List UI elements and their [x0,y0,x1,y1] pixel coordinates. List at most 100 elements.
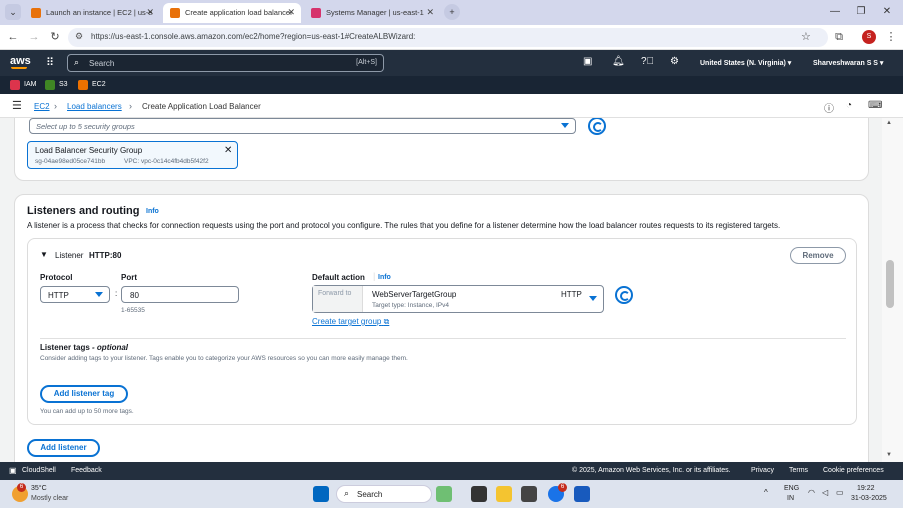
add-listener-tag-button[interactable]: Add listener tag [40,385,128,403]
close-tab-icon[interactable]: ✕ [287,3,295,22]
default-action-select[interactable]: Forward to WebServerTargetGroup Target t… [312,285,604,313]
tray-chevron-up-icon[interactable]: ^ [764,488,768,497]
listeners-panel: Listeners and routing Info A listener is… [14,194,869,462]
feedback-link[interactable]: Feedback [71,467,102,474]
iam-icon [10,80,20,90]
widgets-icon[interactable] [436,486,452,502]
breadcrumb-ec2[interactable]: EC2 [34,102,50,111]
aws-search-input[interactable]: ⌕ Search [Alt+S] [67,54,384,72]
site-info-icon[interactable]: ⚙ [75,31,83,42]
history-icon[interactable]: ◔ [846,100,852,111]
favorite-ec2[interactable]: EC2 [78,79,106,91]
language-bottom[interactable]: IN [787,495,794,502]
taskbar-search[interactable]: ⌕ Search [336,485,432,503]
systems-manager-favicon-icon [311,8,321,18]
tab-systems-manager[interactable]: Systems Manager | us-east-1 ✕ [304,3,440,23]
region-selector[interactable]: United States (N. Virginia) ▾ [700,59,791,67]
reload-icon[interactable]: ↻ [48,30,62,44]
close-tab-icon[interactable]: ✕ [146,3,154,22]
volume-icon[interactable]: ◁ [822,488,828,497]
back-icon[interactable]: ← [6,30,20,44]
listeners-description: A listener is a process that checks for … [27,221,781,230]
listeners-info-link[interactable]: Info [146,208,159,215]
windows-start-icon[interactable] [313,486,329,502]
tags-hint: You can add up to 50 more tags. [40,408,134,415]
battery-icon[interactable]: ▭ [836,488,844,497]
chevron-right-icon: › [54,101,57,111]
scroll-up-icon[interactable]: ▲ [886,120,892,126]
account-menu[interactable]: Sharveshwaran S S ▾ [813,59,883,67]
chrome-badge: 6 [558,483,567,492]
aws-logo[interactable]: aws [10,55,31,67]
language-top[interactable]: ENG [784,485,799,492]
favorite-label: S3 [59,81,68,88]
cookie-preferences-link[interactable]: Cookie preferences [823,467,884,474]
tab-create-alb[interactable]: Create application load balancer ✕ [163,3,301,23]
forward-icon[interactable]: → [27,30,41,44]
cloudshell-footer-icon[interactable]: ▣ [9,466,17,475]
tab-label: Systems Manager | us-east-1 [326,8,424,17]
clock-date[interactable]: 31-03-2025 [851,495,887,502]
search-shortcut: [Alt+S] [356,59,377,66]
port-label: Port [121,273,137,282]
file-explorer-icon[interactable] [496,486,512,502]
profile-avatar[interactable]: S [862,30,876,44]
scrollbar-thumb[interactable] [886,260,894,308]
tab-launch-instance[interactable]: Launch an instance | EC2 | us-e ✕ [24,3,160,23]
privacy-link[interactable]: Privacy [751,467,774,474]
word-icon[interactable] [574,486,590,502]
settings-gear-icon[interactable]: ⚙ [670,56,679,67]
clock-time[interactable]: 19:22 [857,485,875,492]
terminal-icon[interactable] [471,486,487,502]
refresh-security-groups-icon[interactable] [588,118,606,135]
wifi-icon[interactable]: ◠ [808,488,815,497]
port-input[interactable]: 80 [121,286,239,303]
security-groups-select[interactable]: Select up to 5 security groups [29,118,576,134]
cloudshell-icon[interactable]: ▣ [583,56,592,67]
new-tab-button[interactable]: + [444,4,460,20]
bookmark-star-icon[interactable]: ☆ [801,30,811,43]
info-panel-icon[interactable]: ⓘ [824,100,834,115]
weather-badge: 6 [17,483,26,492]
feedback-icon[interactable]: ⌨ [868,100,882,111]
create-target-group-link[interactable]: Create target group ⧉ [312,317,389,327]
hamburger-menu-icon[interactable]: ☰ [12,99,22,112]
security-groups-placeholder: Select up to 5 security groups [36,122,135,131]
port-value: 80 [130,291,139,300]
url-text: https://us-east-1.console.aws.amazon.com… [91,32,416,41]
listener-prefix: Listener [55,251,84,260]
scroll-down-icon[interactable]: ▼ [886,452,892,458]
close-window-icon[interactable]: ✕ [872,4,902,20]
page-scrollbar[interactable]: ▲ ▼ [882,118,903,462]
breadcrumb-load-balancers[interactable]: Load balancers [67,102,122,111]
notifications-bell-icon[interactable]: 🔔︎ [612,56,625,67]
browser-menu-icon[interactable]: ⋮ [884,30,898,44]
address-bar[interactable]: ⚙ https://us-east-1.console.aws.amazon.c… [68,28,828,47]
label-divider: | [373,271,376,281]
terms-link[interactable]: Terms [789,467,808,474]
extensions-icon[interactable]: ⧉ [832,30,846,44]
collapse-caret-icon[interactable]: ▼ [40,250,48,259]
remove-token-close-icon[interactable]: ✕ [224,145,232,156]
listener-name: HTTP:80 [89,251,122,260]
refresh-target-groups-icon[interactable] [615,286,633,304]
remove-listener-button[interactable]: Remove [790,247,846,264]
protocol-port-separator: : [115,289,118,298]
browser-tab-strip: ⌄ Launch an instance | EC2 | us-e ✕ Crea… [0,0,903,25]
forward-to-text: Forward to [318,290,352,297]
default-action-info-link[interactable]: Info [378,274,391,281]
ec2-favicon-icon [170,8,180,18]
services-grid-icon[interactable]: ⠿ [46,56,54,69]
close-tab-icon[interactable]: ✕ [426,3,434,22]
favorite-s3[interactable]: S3 [45,79,68,91]
tab-list-chevron-icon[interactable]: ⌄ [5,4,21,20]
protocol-select[interactable]: HTTP [40,286,110,303]
app-icon[interactable] [521,486,537,502]
favorite-label: EC2 [92,81,106,88]
favorite-iam[interactable]: IAM [10,79,36,91]
port-hint: 1-65535 [121,307,145,314]
security-group-name: Load Balancer Security Group [35,146,143,155]
help-icon[interactable]: ?⃝ [641,56,654,67]
cloudshell-link[interactable]: CloudShell [22,467,56,474]
add-listener-button[interactable]: Add listener [27,439,100,457]
